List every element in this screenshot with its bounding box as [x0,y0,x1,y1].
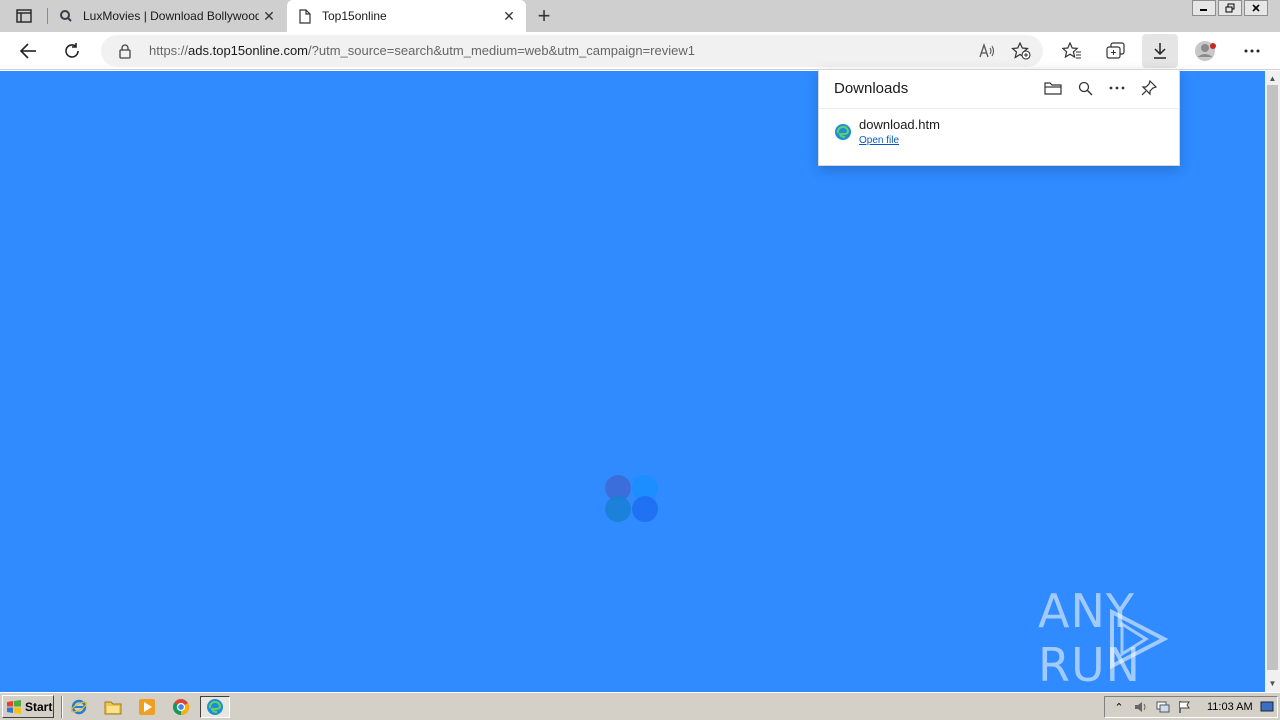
add-favorite-button[interactable] [1005,35,1037,67]
tab-actions-icon [16,9,32,23]
collections-button[interactable] [1100,35,1132,67]
network-icon[interactable] [1155,699,1171,715]
download-item[interactable]: download.htm Open file [834,117,1164,151]
downloads-title: Downloads [834,80,909,97]
avatar-icon [1195,41,1216,61]
downloads-panel: Downloads download.htm Open file [818,69,1180,166]
edge-file-icon [835,124,851,140]
start-label: Start [25,699,53,714]
add-favorite-icon [1011,42,1031,60]
page-favicon-icon [297,8,313,24]
favorites-icon [1062,42,1081,59]
collections-icon [1106,42,1125,59]
download-icon [1154,43,1166,59]
taskbar-separator [61,696,63,718]
pin-icon [1141,80,1157,96]
clock: 11:03 AM [1207,701,1253,713]
scroll-thumb[interactable] [1267,85,1278,670]
close-window-button[interactable] [1244,0,1268,16]
start-button[interactable]: Start [2,695,54,718]
edge-taskbar-button[interactable] [200,696,230,718]
show-desktop-icon[interactable] [1259,699,1275,715]
new-tab-button[interactable]: + [533,3,555,28]
minimize-button[interactable] [1192,0,1216,16]
internet-explorer-launcher[interactable] [69,697,89,717]
more-icon [1109,86,1125,90]
lock-icon[interactable] [117,43,133,59]
open-downloads-folder-button[interactable] [1037,78,1069,98]
play-logo-icon [1110,608,1169,670]
refresh-button[interactable] [56,35,88,67]
loading-spinner [605,475,661,525]
url-scheme: https:// [149,43,189,58]
browser-toolbar: https://ads.top15online.com/?utm_source=… [0,32,1280,70]
url-text: https://ads.top15online.com/?utm_source=… [149,43,695,58]
tab-actions-button[interactable] [10,5,38,27]
system-tray: ⌃ 11:03 AM [1104,696,1278,718]
file-explorer-launcher[interactable] [103,697,123,717]
show-hidden-icons-icon[interactable]: ⌃ [1111,699,1127,715]
open-file-link[interactable]: Open file [859,135,899,146]
chrome-launcher[interactable] [171,697,191,717]
read-aloud-icon [979,43,995,58]
page-scrollbar[interactable]: ▲ ▼ [1265,71,1280,692]
scroll-down-icon[interactable]: ▼ [1268,679,1277,688]
download-filename: download.htm [859,117,940,132]
url-path: /?utm_source=search&utm_medium=web&utm_c… [308,43,695,58]
tab-luxmovies[interactable]: LuxMovies | Download Bollywood ✕ [48,0,286,32]
divider [819,108,1179,109]
downloads-button[interactable] [1142,34,1178,68]
read-aloud-button[interactable] [971,35,1003,67]
chrome-icon [173,699,189,715]
taskbar: Start ⌃ 11:03 AM [0,692,1280,720]
minimize-icon [1200,9,1207,11]
downloads-actions [1037,78,1165,98]
back-arrow-icon [19,43,36,59]
tab-title: LuxMovies | Download Bollywood [83,9,259,23]
tab-close-icon[interactable]: ✕ [259,6,279,26]
folder-icon [104,701,122,715]
close-icon [1252,4,1260,12]
loader-dot [605,496,631,522]
action-center-flag-icon[interactable] [1177,699,1193,715]
tab-strip: LuxMovies | Download Bollywood ✕ Top15on… [0,0,1280,32]
refresh-icon [65,43,79,58]
tab-close-icon[interactable]: ✕ [499,6,519,26]
media-player-icon [139,699,155,715]
more-icon [1244,49,1260,53]
scroll-up-icon[interactable]: ▲ [1268,74,1277,83]
volume-icon[interactable] [1133,699,1149,715]
tab-top15online[interactable]: Top15online ✕ [287,0,526,32]
windows-logo-icon [7,699,21,714]
url-host: ads.top15online.com [188,43,309,58]
address-bar[interactable]: https://ads.top15online.com/?utm_source=… [101,35,1043,67]
media-player-launcher[interactable] [137,697,157,717]
restore-icon [1225,3,1235,13]
search-icon [1078,81,1092,95]
folder-icon [1044,82,1062,95]
restore-button[interactable] [1218,0,1242,16]
window-controls [1190,0,1268,18]
search-downloads-button[interactable] [1069,78,1101,98]
back-button[interactable] [12,35,44,67]
anyrun-watermark: ANY RUN [1038,584,1280,692]
edge-icon [207,699,223,715]
settings-more-button[interactable] [1236,35,1268,67]
favorites-button[interactable] [1056,35,1088,67]
profile-button[interactable] [1190,35,1222,67]
downloads-more-button[interactable] [1101,78,1133,98]
tab-title: Top15online [322,9,387,23]
loader-dot [632,496,658,522]
luxmovies-favicon-icon [58,8,74,24]
pin-downloads-button[interactable] [1133,78,1165,98]
internet-explorer-icon [70,699,88,715]
